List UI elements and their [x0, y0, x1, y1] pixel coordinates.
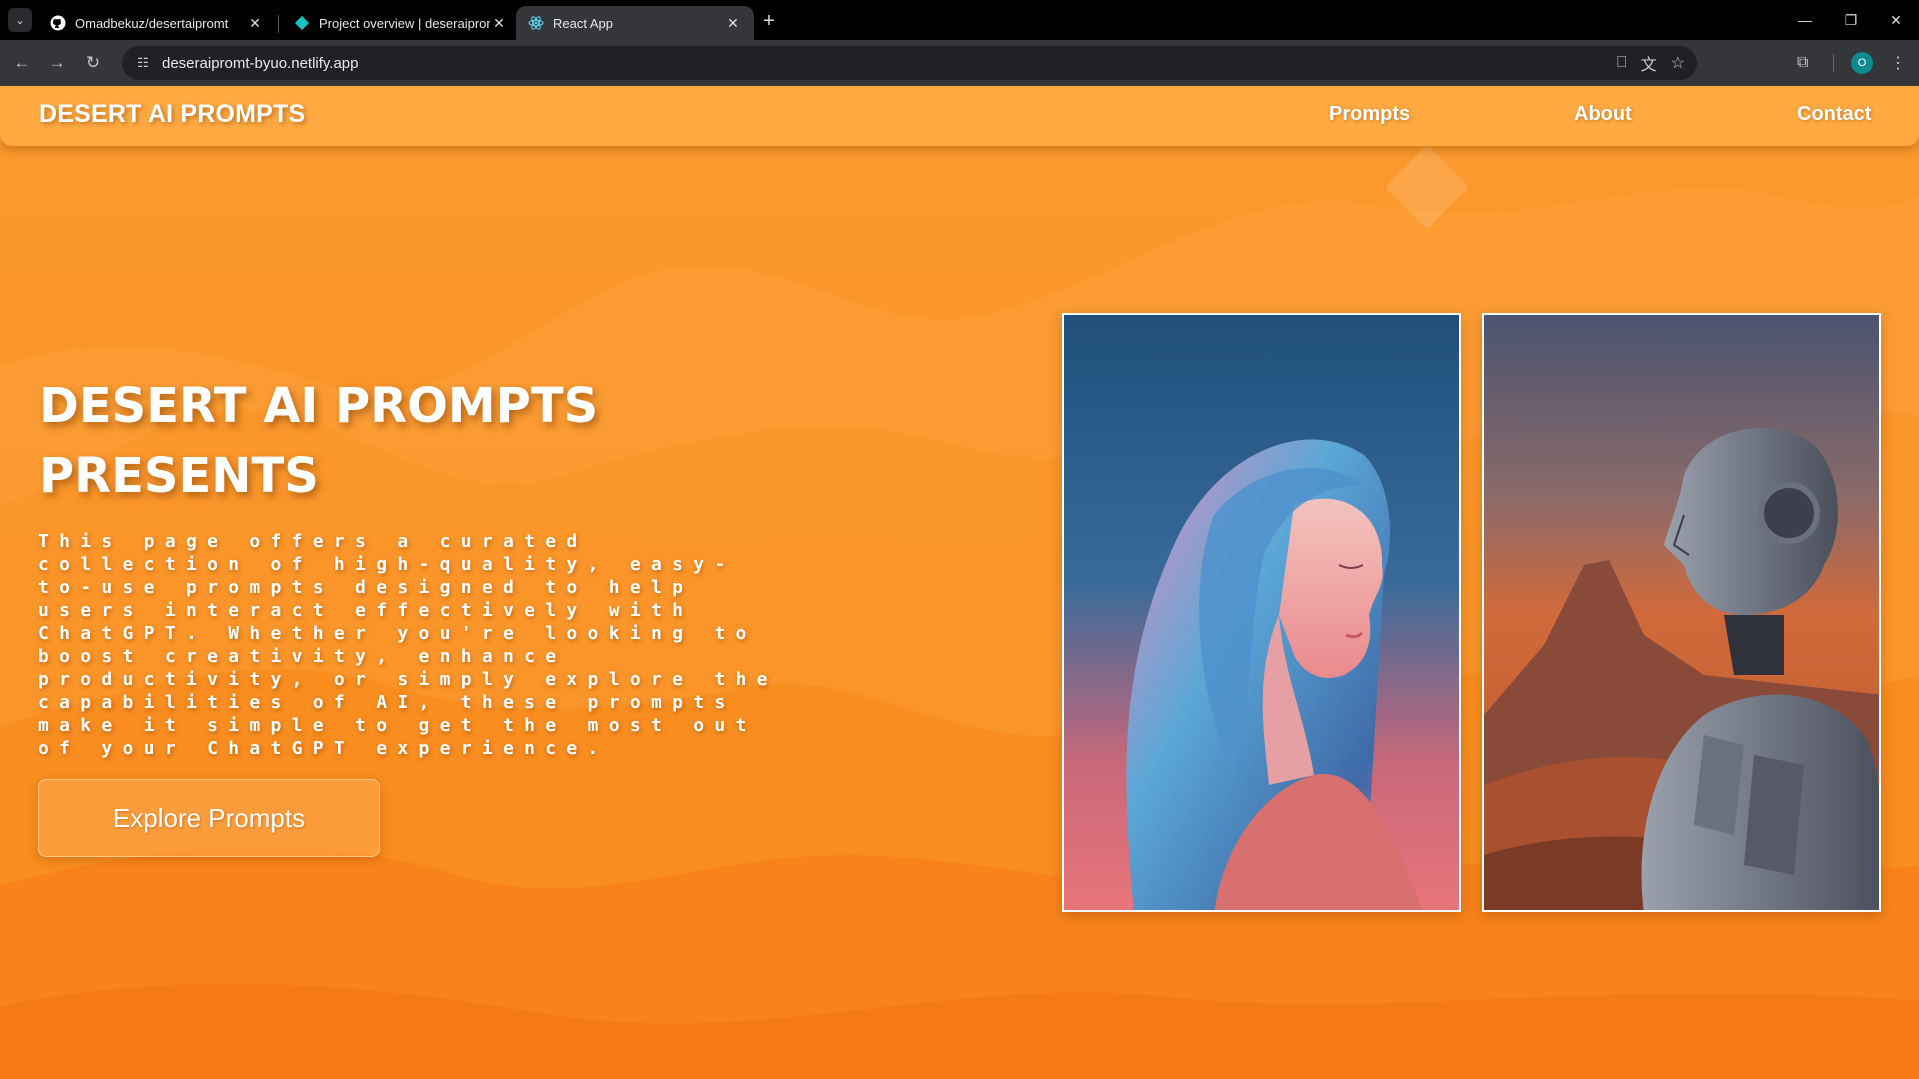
forward-arrow-icon[interactable]: →	[44, 50, 70, 76]
tab-title: Project overview | deseraipromt	[319, 15, 490, 31]
hero-description-line: capabilities of AI, these prompts	[38, 692, 736, 713]
tab-title: React App	[553, 15, 613, 31]
extensions-icon[interactable]: ⧉	[1797, 50, 1808, 76]
browser-tab-github[interactable]: Omadbekuz/desertaipromt ✕	[38, 6, 276, 40]
hero-description-line: boost creativity, enhance	[38, 646, 567, 667]
hero-image-woman-portrait	[1062, 313, 1461, 912]
browser-tab-netlify[interactable]: Project overview | deseraipromt ✕	[282, 6, 520, 40]
new-tab-plus-icon[interactable]: +	[756, 8, 782, 34]
window-close-icon[interactable]: ✕	[1873, 6, 1919, 34]
hero-description-line: ChatGPT. Whether you're looking to	[38, 623, 757, 644]
hero-description-line: to-use prompts designed to help	[38, 577, 694, 598]
site-header: DESERT AI PROMPTS Prompts About Contact	[0, 86, 1919, 146]
profile-avatar[interactable]: O	[1851, 52, 1873, 74]
hero-description-line: users interact effectively with	[38, 600, 694, 621]
browser-toolbar: ← → ↻ ☷ deseraipromt-byuo.netlify.app ⎕ …	[0, 40, 1919, 86]
hero-description-line: make it simple to get the most out	[38, 715, 757, 736]
hero-title-line1: DESERT AI PROMPTS	[39, 378, 599, 434]
hero-description-line: of your ChatGPT experience.	[38, 738, 609, 759]
browser-tab-react-app[interactable]: React App ✕	[516, 6, 754, 40]
hero-image-robot-desert	[1482, 313, 1881, 912]
address-url[interactable]: deseraipromt-byuo.netlify.app	[162, 55, 359, 72]
close-icon[interactable]: ✕	[724, 14, 742, 32]
browser-tab-strip: ⌄ Omadbekuz/desertaipromt ✕ Project over…	[0, 0, 1919, 40]
hero-description-line: collection of high-quality, easy-	[38, 554, 736, 575]
tab-search-button[interactable]: ⌄	[8, 8, 32, 32]
reload-icon[interactable]: ↻	[80, 50, 106, 76]
netlify-icon	[294, 15, 310, 31]
install-app-icon[interactable]: ⎕	[1617, 54, 1627, 72]
close-icon[interactable]: ✕	[246, 14, 264, 32]
tab-title: Omadbekuz/desertaipromt	[75, 15, 229, 31]
nav-link-contact[interactable]: Contact	[1797, 103, 1871, 126]
tab-separator	[278, 15, 279, 33]
hero-title: DESERT AI PROMPTS PRESENTS	[39, 371, 739, 511]
hero-title-line2: PRESENTS	[39, 448, 319, 504]
close-icon[interactable]: ✕	[490, 14, 508, 32]
hero-description: This page offers a curated collection of…	[38, 530, 778, 760]
translate-icon[interactable]: 文	[1641, 51, 1657, 75]
nav-link-prompts[interactable]: Prompts	[1329, 103, 1410, 126]
minimize-icon[interactable]: —	[1782, 6, 1828, 34]
explore-prompts-button[interactable]: Explore Prompts	[38, 779, 380, 857]
page-viewport: DESERT AI PROMPTS Prompts About Contact …	[0, 86, 1919, 1079]
browser-menu-icon[interactable]: ⋮	[1890, 50, 1906, 76]
chevron-down-icon: ⌄	[15, 14, 25, 27]
toolbar-divider	[1833, 50, 1834, 76]
bookmark-star-icon[interactable]: ☆	[1671, 53, 1685, 73]
profile-wrapper: O	[1851, 50, 1873, 76]
nav-link-about[interactable]: About	[1574, 103, 1632, 126]
react-icon	[528, 15, 544, 31]
restore-icon[interactable]: ❐	[1828, 6, 1874, 34]
hero-description-line: productivity, or simply explore the	[38, 669, 778, 690]
address-bar[interactable]: ☷ deseraipromt-byuo.netlify.app ⎕ 文 ☆	[122, 46, 1697, 80]
hero-description-line: This page offers a curated	[38, 531, 588, 552]
github-icon	[50, 15, 66, 31]
back-arrow-icon[interactable]: ←	[9, 50, 35, 76]
site-logo[interactable]: DESERT AI PROMPTS	[39, 100, 305, 129]
site-settings-icon[interactable]: ☷	[128, 55, 158, 71]
